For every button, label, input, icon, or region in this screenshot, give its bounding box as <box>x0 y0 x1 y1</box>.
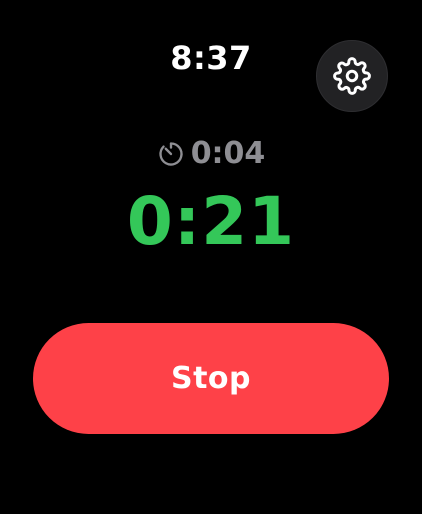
stop-button-label: Stop <box>170 361 252 396</box>
gear-icon <box>333 57 371 95</box>
stop-button[interactable]: Stop <box>33 323 389 434</box>
elapsed-time: 0:21 <box>126 183 296 260</box>
interval-time: 0:04 <box>190 136 266 171</box>
settings-button[interactable] <box>316 40 388 112</box>
watch-screen: 8:37 0:04 0:21 Stop <box>0 0 422 514</box>
interval-row: 0:04 <box>0 134 422 174</box>
timer-icon <box>159 142 183 166</box>
